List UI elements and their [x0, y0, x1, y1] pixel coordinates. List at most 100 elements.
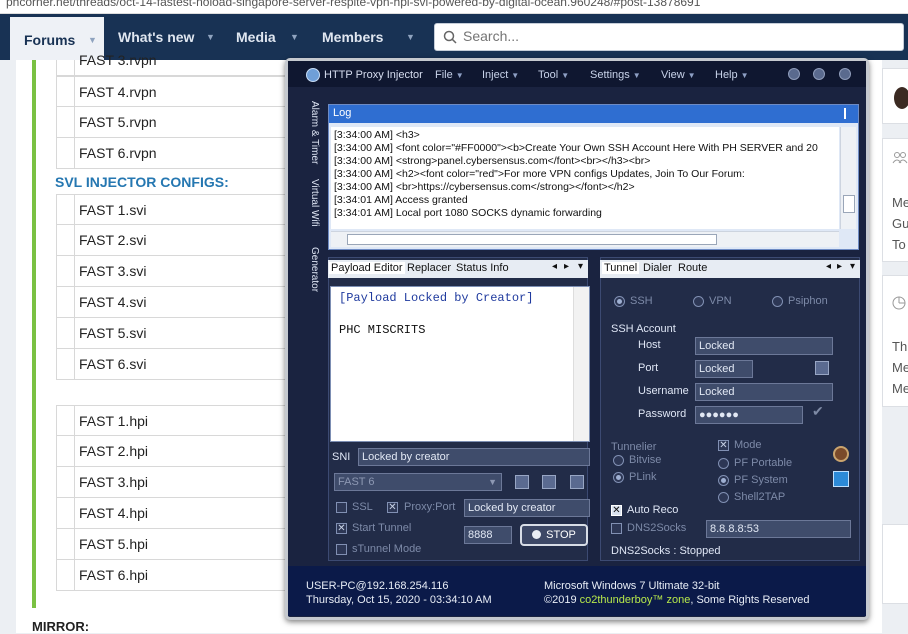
file-name[interactable]: FAST 3.rvpn: [79, 52, 157, 68]
file-name[interactable]: FAST 3.hpi: [79, 474, 148, 490]
psiphon-radio[interactable]: [772, 296, 783, 307]
tab-generator[interactable]: Generator: [298, 247, 320, 307]
file-name[interactable]: FAST 2.svi: [79, 232, 146, 248]
file-name[interactable]: FAST 5.hpi: [79, 536, 148, 552]
chevron-left-icon[interactable]: ◂: [552, 261, 557, 272]
shell2tap-radio[interactable]: [718, 492, 729, 503]
tab-route[interactable]: Route: [678, 262, 707, 274]
document-icon[interactable]: [515, 475, 529, 489]
file-name[interactable]: FAST 4.rvpn: [79, 84, 157, 100]
row-cell: [57, 498, 75, 528]
pf-system-radio[interactable]: [718, 475, 729, 486]
sni-field[interactable]: Locked by creator: [358, 448, 590, 466]
psiphon-label: Psiphon: [788, 295, 828, 307]
ssh-radio[interactable]: [614, 296, 625, 307]
gear-icon[interactable]: [833, 446, 849, 462]
chevron-left-icon[interactable]: ◂: [826, 261, 831, 272]
row-cell: [57, 560, 75, 590]
log-vertical-scrollbar[interactable]: [840, 127, 856, 229]
tab-alarm-timer[interactable]: Alarm & Timer: [298, 101, 320, 171]
proxy-port-field[interactable]: Locked by creator: [464, 499, 590, 517]
stop-button[interactable]: STOP: [520, 524, 588, 546]
refresh-icon[interactable]: [833, 471, 849, 487]
chevron-right-icon[interactable]: ▸: [564, 261, 569, 272]
search-input[interactable]: [463, 28, 883, 44]
log-horizontal-scrollbar[interactable]: [331, 231, 839, 247]
file-name[interactable]: FAST 6.svi: [79, 356, 146, 372]
maximize-icon[interactable]: [813, 68, 825, 80]
chevron-down-icon[interactable]: ▾: [850, 261, 855, 272]
bitvise-radio[interactable]: [613, 455, 624, 466]
title-bar[interactable]: HTTP Proxy Injector File ▼ Inject ▼ Tool ▼ …: [288, 61, 866, 87]
dns2socks-checkbox[interactable]: [611, 523, 622, 534]
dns-field[interactable]: 8.8.8.8:53: [706, 520, 851, 538]
chevron-down-icon[interactable]: ▼: [290, 14, 299, 60]
menu-settings[interactable]: Settings ▼: [590, 69, 641, 81]
payload-editor[interactable]: [Payload Locked by Creator] PHC MISCRITS: [330, 286, 590, 442]
chevron-down-icon[interactable]: ▾: [578, 261, 583, 272]
avatar[interactable]: [894, 87, 908, 109]
vpn-radio[interactable]: [693, 296, 704, 307]
file-name[interactable]: FAST 5.svi: [79, 325, 146, 341]
menu-file[interactable]: File ▼: [435, 69, 464, 81]
sidebar-snippet: Me: [892, 381, 908, 396]
menu-inject[interactable]: Inject ▼: [482, 69, 519, 81]
scroll-thumb[interactable]: [347, 234, 717, 245]
file-name[interactable]: FAST 6.hpi: [79, 567, 148, 583]
pin-icon[interactable]: [844, 108, 852, 119]
file-name[interactable]: FAST 3.svi: [79, 263, 146, 279]
tab-dialer[interactable]: Dialer: [643, 262, 672, 274]
chevron-right-icon[interactable]: ▸: [837, 261, 842, 272]
menu-help[interactable]: Help ▼: [715, 69, 749, 81]
minimize-icon[interactable]: [788, 68, 800, 80]
file-name[interactable]: FAST 1.hpi: [79, 413, 148, 429]
port-field[interactable]: Locked: [695, 360, 753, 378]
chevron-down-icon[interactable]: ▼: [206, 14, 215, 60]
search-box[interactable]: [434, 23, 904, 51]
file-name[interactable]: FAST 5.rvpn: [79, 114, 157, 130]
nav-members-label: Members: [322, 29, 384, 45]
stunnel-checkbox[interactable]: [336, 544, 347, 555]
checkmark-icon[interactable]: ✔: [812, 403, 824, 420]
file-name[interactable]: FAST 6.rvpn: [79, 145, 157, 161]
close-icon[interactable]: [839, 68, 851, 80]
nav-media[interactable]: Media ▼: [236, 14, 312, 60]
save-icon[interactable]: [815, 361, 829, 375]
row-cell: [57, 77, 75, 107]
local-port-field[interactable]: 8888: [464, 526, 512, 544]
profile-select[interactable]: FAST 6 ▼: [334, 473, 502, 491]
menu-tool[interactable]: Tool ▼: [538, 69, 569, 81]
host-field[interactable]: Locked: [695, 337, 833, 355]
log-body[interactable]: [3:34:00 AM] <h3> [3:34:00 AM] <font col…: [331, 127, 839, 229]
dns2socks-label: DNS2Socks: [627, 522, 687, 534]
tab-replacer[interactable]: Replacer: [407, 262, 451, 274]
address-bar[interactable]: phcorner.net/threads/oct-14-fastest-nolo…: [0, 0, 908, 14]
auto-reco-checkbox[interactable]: ✕: [611, 505, 622, 516]
start-tunnel-checkbox[interactable]: ✕: [336, 523, 347, 534]
file-name[interactable]: FAST 4.svi: [79, 294, 146, 310]
file-name[interactable]: FAST 1.svi: [79, 202, 146, 218]
file-name[interactable]: FAST 2.hpi: [79, 443, 148, 459]
save-icon[interactable]: [542, 475, 556, 489]
plink-radio[interactable]: [613, 472, 624, 483]
nav-members[interactable]: Members ▼: [322, 14, 422, 60]
tab-virtual-wifi[interactable]: Virtual Wifi: [298, 179, 320, 239]
tab-status-info[interactable]: Status Info: [456, 262, 509, 274]
username-field[interactable]: Locked: [695, 383, 833, 401]
sidebar-snippet: Th: [892, 339, 908, 354]
tab-payload-editor[interactable]: Payload Editor: [329, 262, 405, 274]
file-name[interactable]: FAST 4.hpi: [79, 505, 148, 521]
menu-view[interactable]: View ▼: [661, 69, 696, 81]
delete-icon[interactable]: [570, 475, 584, 489]
log-header: Log: [329, 105, 858, 123]
editor-scrollbar[interactable]: [573, 287, 589, 441]
ssl-checkbox[interactable]: [336, 502, 347, 513]
scroll-thumb[interactable]: [843, 195, 855, 213]
password-field[interactable]: ●●●●●●: [695, 406, 803, 424]
tab-tunnel[interactable]: Tunnel: [602, 262, 640, 274]
copyright-link[interactable]: co2thunderboy™ zone: [580, 594, 691, 606]
proxy-port-checkbox[interactable]: ✕: [387, 502, 398, 513]
pf-portable-radio[interactable]: [718, 458, 729, 469]
chevron-down-icon[interactable]: ▼: [406, 14, 415, 60]
mode-checkbox[interactable]: ✕: [718, 440, 729, 451]
